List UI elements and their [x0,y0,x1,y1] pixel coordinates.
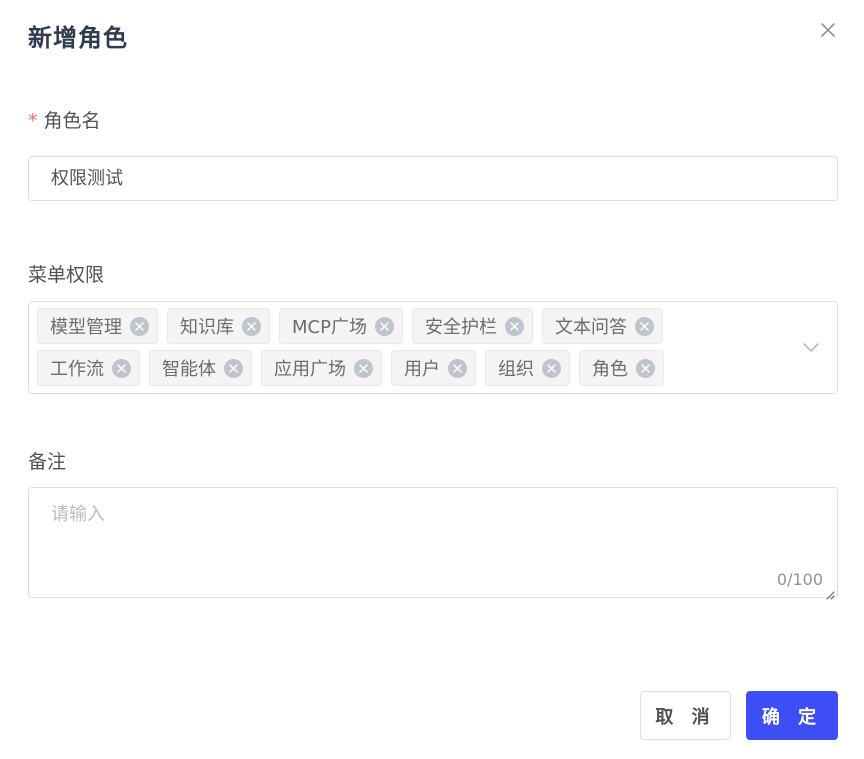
tag-row: 模型管理 知识库 MCP广场 安全护栏 文本问答 [37,308,717,344]
role-name-label: * 角色名 [28,106,101,133]
tag-remove-icon[interactable] [130,316,149,336]
menu-permissions-label: 菜单权限 [28,264,105,286]
tag-remove-icon[interactable] [354,358,373,378]
tag-remove-icon[interactable] [374,316,394,336]
role-name-input[interactable]: 权限测试 [28,156,838,201]
permission-tag: 模型管理 [37,308,158,344]
required-mark: * [28,110,38,132]
tag-row: 工作流 智能体 应用广场 用户 组织 角色 [37,350,717,386]
permission-tag-label: 应用广场 [274,359,346,380]
remark-placeholder: 请输入 [51,504,105,525]
permission-tag-label: 角色 [592,359,628,380]
resize-handle-icon[interactable] [825,585,835,600]
permission-tag: 组织 [485,350,570,386]
tag-remove-icon[interactable] [242,316,261,336]
tag-remove-icon[interactable] [224,358,243,378]
tag-remove-icon[interactable] [112,358,131,378]
permission-tag: 文本问答 [541,308,663,344]
tag-remove-icon[interactable] [636,358,655,378]
permission-tag-label: 智能体 [162,359,216,380]
menu-permissions-select[interactable]: 模型管理 知识库 MCP广场 安全护栏 文本问答工作流 智能体 应用广场 用户 组织 角色 [28,301,838,394]
permission-tag-label: 模型管理 [50,317,122,338]
permission-tag: 用户 [391,350,476,386]
confirm-button[interactable]: 确 定 [746,691,838,740]
chevron-down-icon[interactable] [801,340,821,356]
dialog-title: 新增角色 [28,24,128,52]
permission-tag: 知识库 [167,308,270,344]
tag-remove-icon[interactable] [634,316,654,336]
tag-remove-icon[interactable] [448,358,467,378]
remark-label: 备注 [28,451,67,473]
permission-tag: 智能体 [149,350,252,386]
permission-tag-label: 用户 [404,359,440,380]
char-counter: 0/100 [776,570,823,589]
permission-tag: MCP广场 [279,308,403,344]
permission-tag-label: 安全护栏 [424,317,497,338]
permission-tag: 安全护栏 [411,308,533,344]
cancel-button[interactable]: 取 消 [640,691,731,740]
close-icon[interactable] [818,20,838,40]
permission-tag-label: 工作流 [50,359,104,380]
permission-tag-label: 文本问答 [554,317,627,338]
role-name-label-text: 角色名 [43,110,101,132]
permission-tag-label: 组织 [498,359,534,380]
tag-remove-icon[interactable] [542,358,561,378]
permission-tag: 应用广场 [261,350,382,386]
remark-textarea[interactable]: 请输入 0/100 [28,487,838,600]
permission-tag-label: 知识库 [180,317,234,338]
tag-remove-icon[interactable] [504,316,524,336]
add-role-dialog: 新增角色 * 角色名 权限测试 菜单权限 模型管理 知识库 MCP广场 安全护栏 文本问答… [0,0,864,759]
permission-tag: 角色 [579,350,664,386]
selected-tags: 模型管理 知识库 MCP广场 安全护栏 文本问答工作流 智能体 应用广场 用户 组织 角色 [37,308,717,392]
permission-tag: 工作流 [37,350,140,386]
permission-tag-label: MCP广场 [292,317,367,338]
